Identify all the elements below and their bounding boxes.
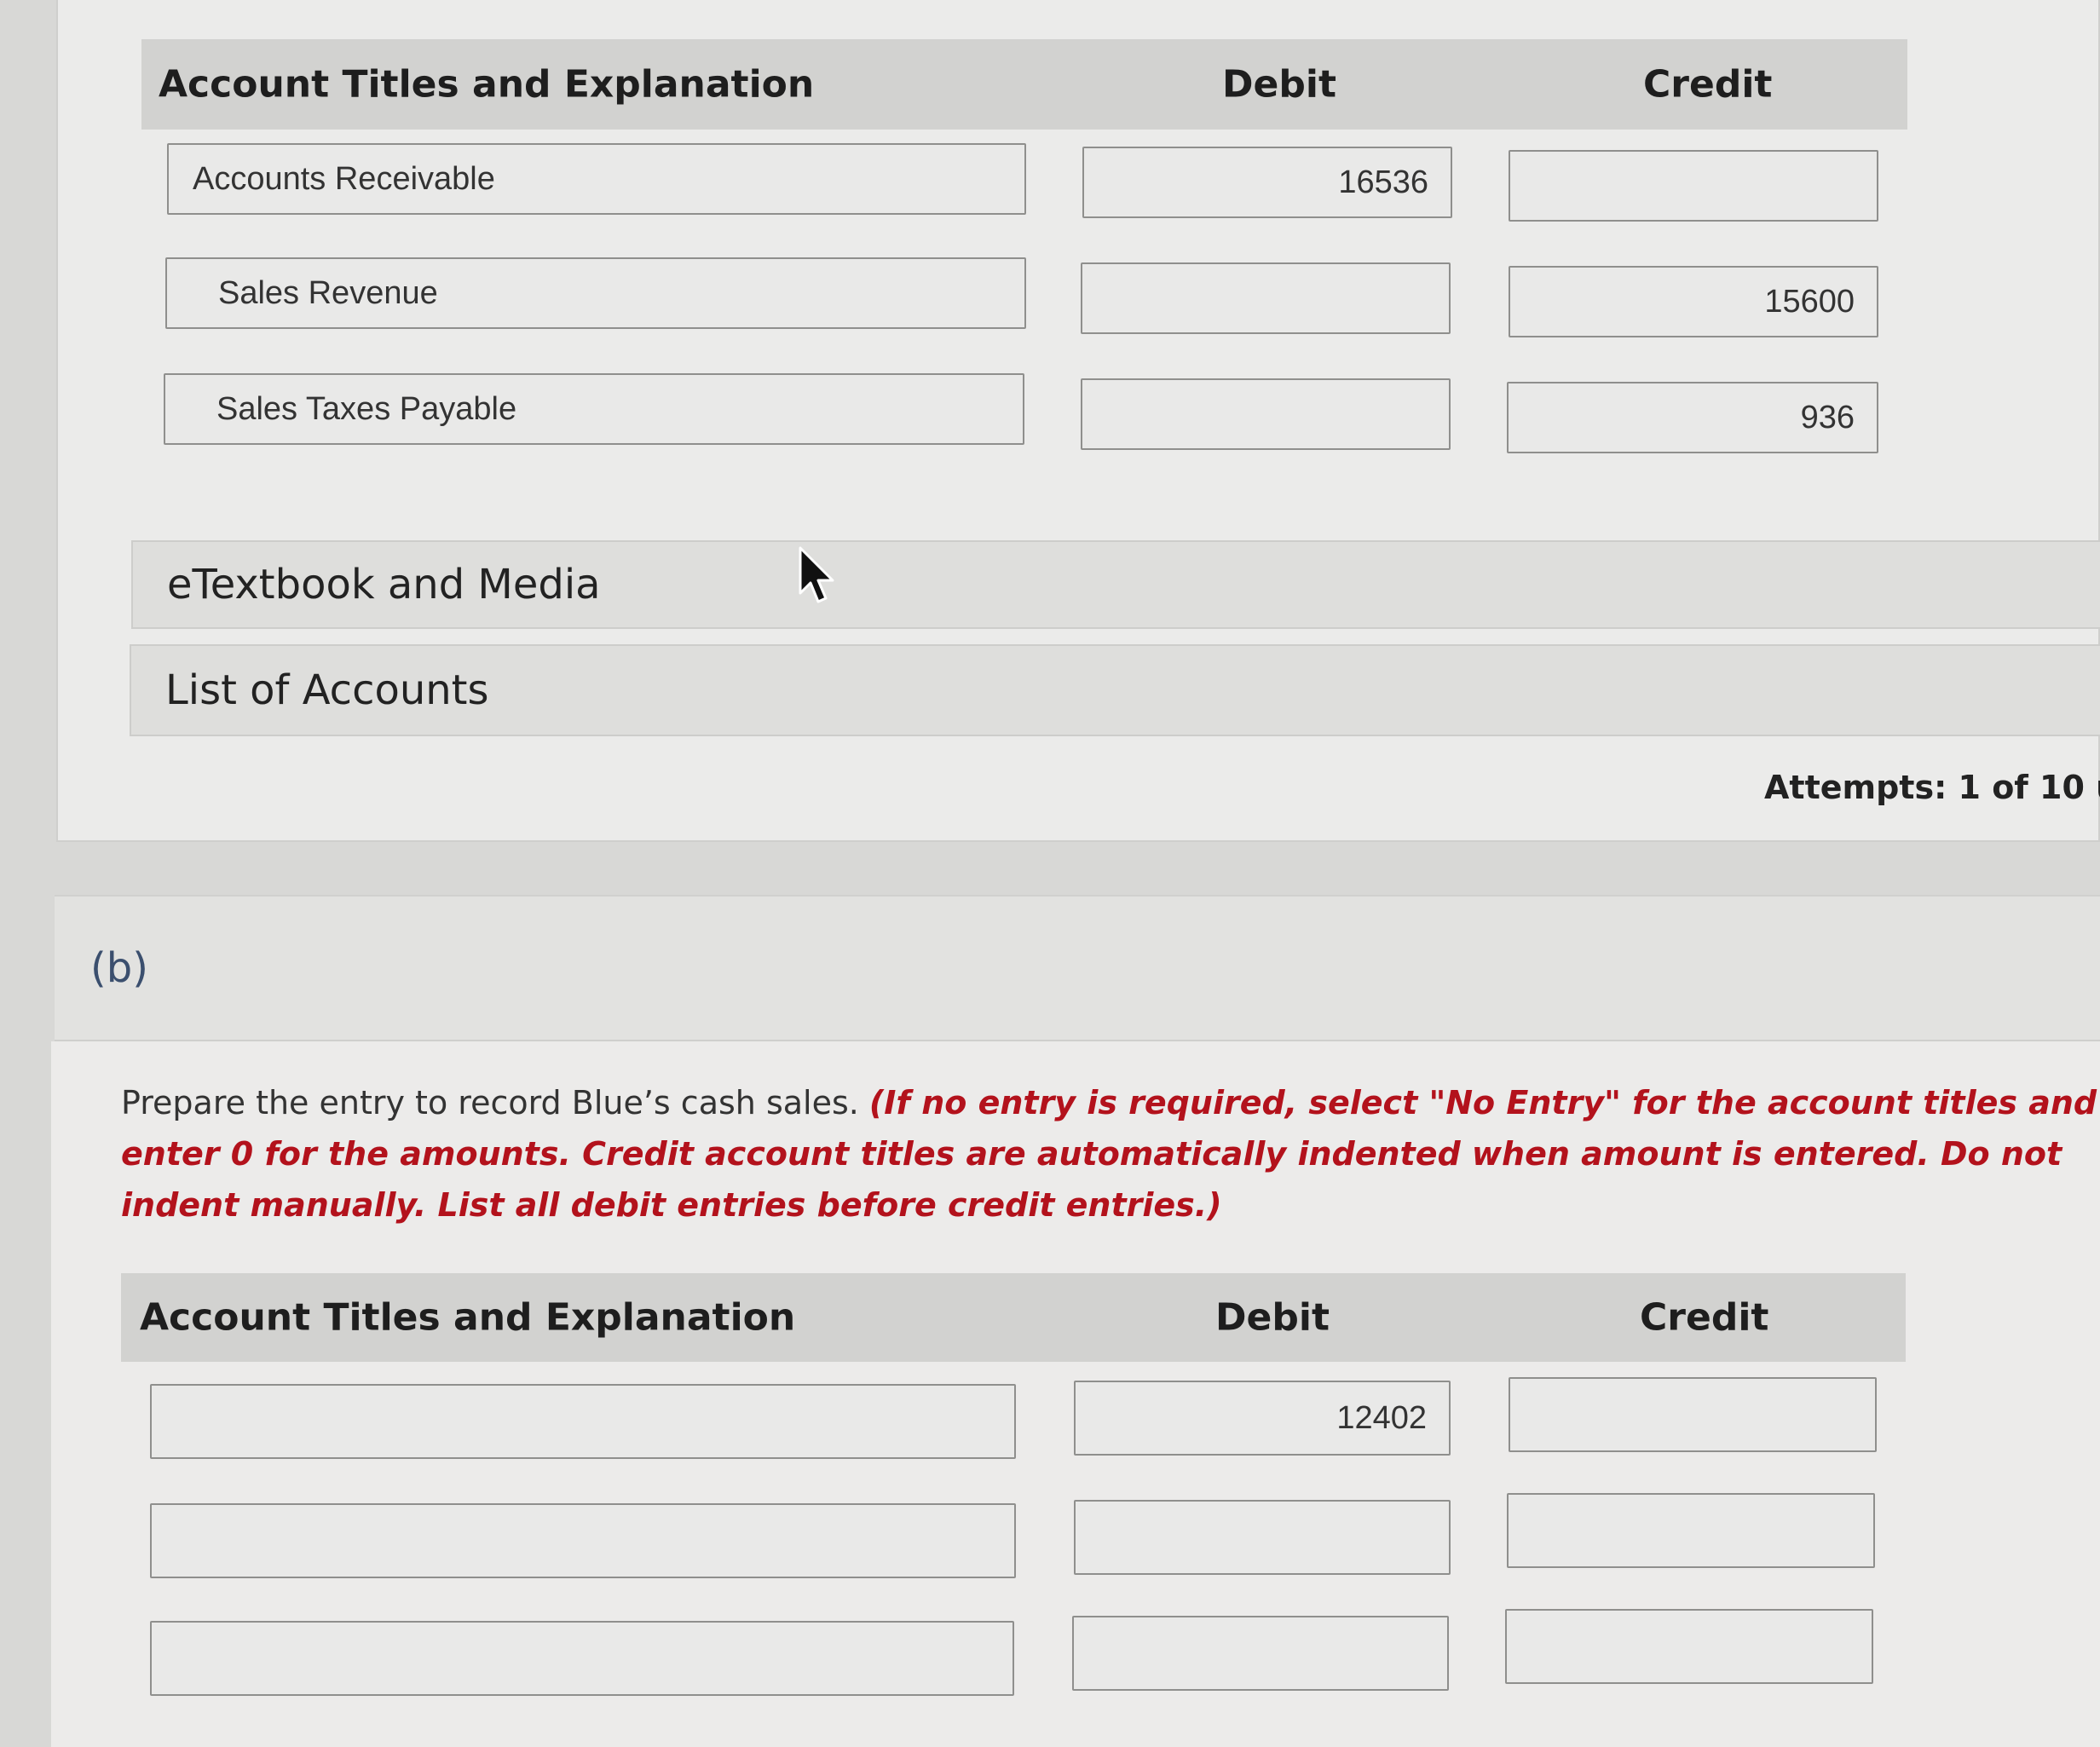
credit-field-row-2[interactable] <box>1507 1493 1875 1568</box>
credit-field-row-1[interactable] <box>1509 150 1878 222</box>
mouse-cursor-icon <box>799 546 834 603</box>
debit-field-row-3[interactable] <box>1081 378 1451 450</box>
account-field-row-3[interactable]: Sales Taxes Payable <box>164 373 1024 445</box>
credit-field-row-3[interactable] <box>1505 1609 1873 1684</box>
account-field-row-3[interactable] <box>150 1621 1014 1696</box>
list-of-accounts-bar[interactable]: List of Accounts <box>130 644 2100 736</box>
debit-header: Debit <box>1222 62 1336 107</box>
attempts-counter: Attempts: 1 of 10 used <box>1764 769 2100 806</box>
account-field-row-2[interactable]: Sales Revenue <box>165 257 1026 329</box>
etextbook-media-bar[interactable]: eTextbook and Media <box>131 540 2100 629</box>
debit-field-row-2[interactable] <box>1074 1500 1451 1575</box>
debit-header: Debit <box>1215 1295 1330 1340</box>
list-of-accounts-label: List of Accounts <box>165 666 489 714</box>
account-field-row-1[interactable]: Accounts Receivable <box>167 143 1026 215</box>
part-b-label: (b) <box>90 944 148 992</box>
account-field-row-2[interactable] <box>150 1503 1016 1578</box>
account-titles-header: Account Titles and Explanation <box>140 1295 796 1340</box>
part-b-instructions: Prepare the entry to record Blue’s cash … <box>121 1077 2100 1231</box>
credit-field-row-2[interactable]: 15600 <box>1509 266 1878 337</box>
credit-header: Credit <box>1640 1295 1769 1340</box>
credit-field-row-3[interactable]: 936 <box>1507 382 1878 453</box>
part-b-header <box>55 895 2100 1041</box>
credit-header: Credit <box>1643 62 1773 107</box>
debit-field-row-1[interactable]: 12402 <box>1074 1381 1451 1456</box>
debit-field-row-2[interactable] <box>1081 262 1451 334</box>
instruction-text: Prepare the entry to record Blue’s cash … <box>121 1084 869 1121</box>
debit-field-row-3[interactable] <box>1072 1616 1449 1691</box>
account-titles-header: Account Titles and Explanation <box>159 62 815 107</box>
credit-field-row-1[interactable] <box>1509 1377 1877 1452</box>
debit-field-row-1[interactable]: 16536 <box>1082 147 1452 218</box>
part-a-table-header: Account Titles and Explanation Debit Cre… <box>141 39 1907 130</box>
account-field-row-1[interactable] <box>150 1384 1016 1459</box>
etextbook-media-label: eTextbook and Media <box>167 561 601 608</box>
part-b-table-header: Account Titles and Explanation Debit Cre… <box>121 1273 1906 1362</box>
